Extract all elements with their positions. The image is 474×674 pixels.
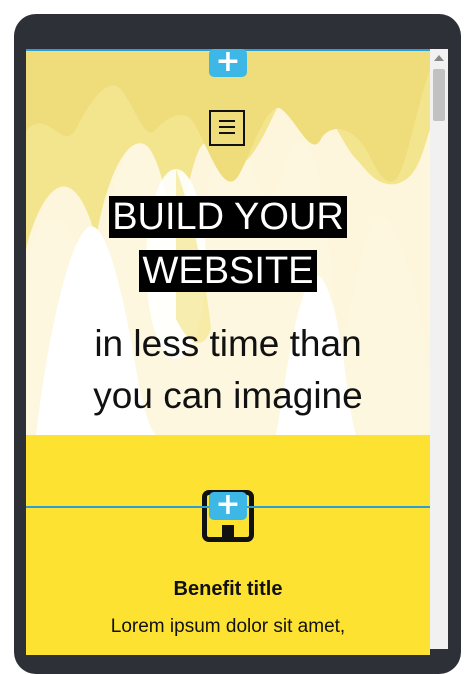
menu-bar-3 <box>219 132 235 134</box>
hero-subtitle-line-1: in less time than <box>94 323 362 364</box>
hero-subtitle-line-2: you can imagine <box>93 375 363 416</box>
hamburger-menu-icon[interactable] <box>209 110 245 146</box>
hero-title-line-2: WEBSITE <box>139 250 317 292</box>
menu-bar-1 <box>219 120 235 122</box>
menu-bar-2 <box>219 126 235 128</box>
add-section-button-middle[interactable]: + <box>209 490 247 520</box>
square-icon-notch <box>222 525 234 537</box>
benefit-text: Lorem ipsum dolor sit amet, <box>110 616 346 637</box>
hero-subtitle: in less time than you can imagine <box>26 318 430 422</box>
scrollbar-thumb[interactable] <box>433 69 445 121</box>
benefit-title: Benefit title <box>173 578 283 600</box>
add-section-button-top[interactable]: + <box>209 47 247 77</box>
vertical-scrollbar[interactable] <box>430 49 448 649</box>
hero-title-line-1: BUILD YOUR <box>109 196 347 238</box>
hero-title: BUILD YOUR WEBSITE <box>26 190 430 298</box>
scroll-up-arrow-icon[interactable] <box>434 55 444 61</box>
